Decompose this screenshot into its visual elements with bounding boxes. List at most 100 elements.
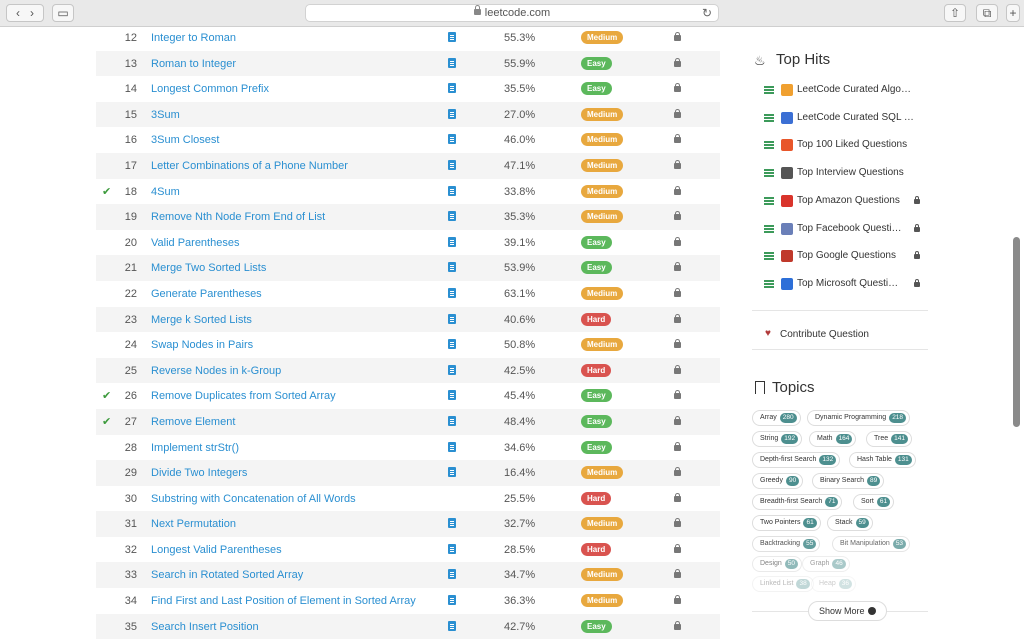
problem-title-link[interactable]: 3Sum <box>151 109 180 121</box>
solution-icon[interactable] <box>448 236 456 247</box>
topic-tag[interactable]: Bit Manipulation 53 <box>832 536 911 552</box>
problem-number: 27 <box>124 415 137 428</box>
contribute-question-link[interactable]: Contribute Question <box>780 329 869 340</box>
solution-icon[interactable] <box>448 185 456 196</box>
acceptance-rate: 32.7% <box>504 518 536 531</box>
back-forward-buttons[interactable]: ‹ › <box>6 4 44 22</box>
topic-tag[interactable]: Breadth-first Search 71 <box>752 494 843 510</box>
problem-title-link[interactable]: Next Permutation <box>151 518 236 530</box>
problem-title-link[interactable]: Search in Rotated Sorted Array <box>151 569 303 581</box>
table-row: 16 3Sum Closest 46.0% Medium <box>96 127 720 153</box>
difficulty-badge: Easy <box>581 56 612 70</box>
problem-title-link[interactable]: Longest Valid Parentheses <box>151 544 282 556</box>
topic-tag[interactable]: Two Pointers 61 <box>752 515 821 531</box>
topic-tag[interactable]: Linked List 38 <box>752 576 814 592</box>
solution-icon[interactable] <box>448 108 456 119</box>
solution-icon[interactable] <box>448 339 456 350</box>
problem-number: 17 <box>124 159 137 172</box>
show-more-label: Show More <box>819 606 865 616</box>
solution-icon[interactable] <box>448 390 456 401</box>
topic-tag[interactable]: String 192 <box>752 431 803 447</box>
solution-icon[interactable] <box>448 32 456 42</box>
solution-icon[interactable] <box>448 620 456 631</box>
problem-title-link[interactable]: Letter Combinations of a Phone Number <box>151 160 348 172</box>
problem-title-link[interactable]: Longest Common Prefix <box>151 83 269 95</box>
solution-icon[interactable] <box>448 569 456 580</box>
solution-icon[interactable] <box>448 313 456 324</box>
topic-tag[interactable]: Design 50 <box>752 556 803 572</box>
solution-icon[interactable] <box>448 159 456 170</box>
list-icon <box>764 86 774 94</box>
solution-icon[interactable] <box>448 415 456 426</box>
acceptance-rate: 39.1% <box>504 236 536 249</box>
problem-title-link[interactable]: Search Insert Position <box>151 621 259 633</box>
table-row: 32 Longest Valid Parentheses 28.5% Hard <box>96 537 720 563</box>
problem-title-link[interactable]: 3Sum Closest <box>151 134 219 146</box>
problem-title-link[interactable]: Generate Parentheses <box>151 288 262 300</box>
topic-count: 218 <box>889 413 907 423</box>
problem-title-link[interactable]: Find First and Last Position of Element … <box>151 595 416 607</box>
new-tab-icon[interactable]: + <box>1006 4 1020 22</box>
lock-icon <box>674 83 681 93</box>
topic-tag[interactable]: Dynamic Programming 218 <box>807 410 911 426</box>
solution-icon[interactable] <box>448 543 456 554</box>
problem-title-link[interactable]: Merge k Sorted Lists <box>151 314 252 326</box>
address-bar[interactable]: leetcode.com ↻ <box>305 4 719 22</box>
problem-title-link[interactable]: Merge Two Sorted Lists <box>151 262 266 274</box>
topic-tag[interactable]: Heap 36 <box>811 576 856 592</box>
solution-icon[interactable] <box>448 518 456 529</box>
solution-icon[interactable] <box>448 595 456 606</box>
topic-tag[interactable]: Depth-first Search 132 <box>752 452 841 468</box>
problem-title-link[interactable]: Remove Nth Node From End of List <box>151 211 325 223</box>
sidebar-toggle-icon[interactable]: ▭ <box>52 4 74 22</box>
difficulty-badge: Easy <box>581 619 612 633</box>
table-row: ✔ 18 4Sum 33.8% Medium <box>96 179 720 205</box>
problem-title-link[interactable]: Divide Two Integers <box>151 467 247 479</box>
topic-tag[interactable]: Math 164 <box>809 431 857 447</box>
problem-title-link[interactable]: Remove Duplicates from Sorted Array <box>151 390 336 402</box>
problem-title-link[interactable]: Implement strStr() <box>151 442 239 454</box>
difficulty-badge: Easy <box>581 389 612 403</box>
problem-title-link[interactable]: Integer to Roman <box>151 32 236 44</box>
topic-tag[interactable]: Hash Table 131 <box>849 452 916 468</box>
solution-icon[interactable] <box>448 287 456 298</box>
scrollbar-thumb[interactable] <box>1013 237 1020 427</box>
table-row: 21 Merge Two Sorted Lists 53.9% Easy <box>96 255 720 281</box>
topic-count: 131 <box>894 455 912 465</box>
lock-icon <box>674 543 681 553</box>
solution-icon[interactable] <box>448 441 456 452</box>
topic-tag[interactable]: Graph 46 <box>802 556 850 572</box>
topic-tag[interactable]: Stack 59 <box>827 515 873 531</box>
topic-tag[interactable]: Tree 141 <box>866 431 912 447</box>
solution-icon[interactable] <box>448 83 456 94</box>
problem-title-link[interactable]: 4Sum <box>151 186 180 198</box>
solution-icon[interactable] <box>448 262 456 273</box>
topic-tag[interactable]: Array 280 <box>752 410 801 426</box>
tabs-icon[interactable]: ⧉ <box>976 4 998 22</box>
problem-title-link[interactable]: Reverse Nodes in k-Group <box>151 365 281 377</box>
lock-icon <box>674 415 681 425</box>
topic-tag[interactable]: Binary Search 89 <box>812 473 885 489</box>
top-arrow-icon <box>781 167 793 180</box>
topic-count: 59 <box>855 518 869 528</box>
solution-icon[interactable] <box>448 57 456 68</box>
show-more-button[interactable]: Show More <box>808 601 887 621</box>
topic-tag[interactable]: Greedy 90 <box>752 473 804 489</box>
solution-icon[interactable] <box>448 364 456 375</box>
share-icon[interactable]: ⇧ <box>944 4 966 22</box>
reload-icon[interactable]: ↻ <box>702 5 712 21</box>
problem-title-link[interactable]: Remove Element <box>151 416 235 428</box>
topic-tag[interactable]: Sort 61 <box>853 494 895 510</box>
problem-title-link[interactable]: Substring with Concatenation of All Word… <box>151 493 356 505</box>
problem-title-link[interactable]: Swap Nodes in Pairs <box>151 339 253 351</box>
table-row: 15 3Sum 27.0% Medium <box>96 101 720 128</box>
topic-count: 36 <box>838 579 852 589</box>
problem-title-link[interactable]: Valid Parentheses <box>151 237 239 249</box>
solution-icon[interactable] <box>448 211 456 222</box>
solution-icon[interactable] <box>448 467 456 478</box>
topic-tag[interactable]: Backtracking 55 <box>752 536 821 552</box>
acceptance-rate: 34.7% <box>504 569 536 582</box>
top-hit-label: LeetCode Curated SQL … <box>797 111 914 123</box>
problem-title-link[interactable]: Roman to Integer <box>151 58 236 70</box>
solution-icon[interactable] <box>448 134 456 145</box>
